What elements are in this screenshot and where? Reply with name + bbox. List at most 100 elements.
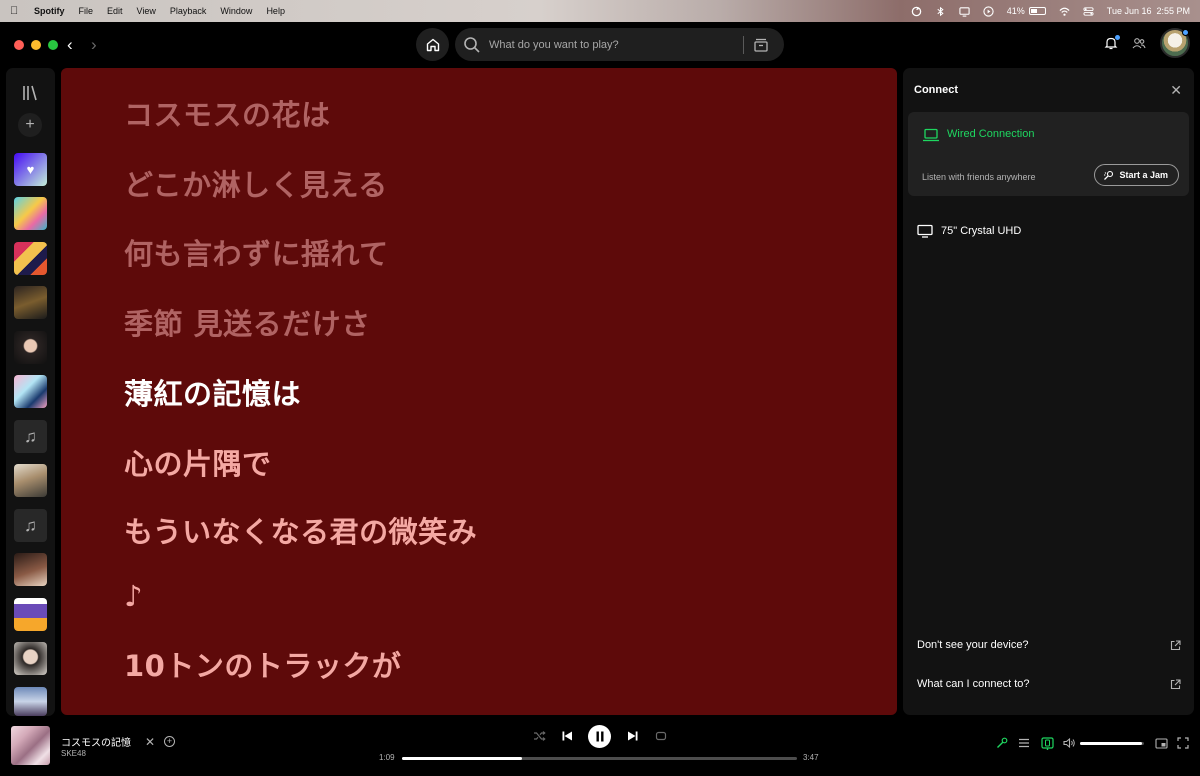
lyric-line[interactable]: 10トンのトラックが: [124, 643, 401, 685]
minimize-window-button[interactable]: [31, 40, 41, 50]
control-center-icon[interactable]: [1083, 6, 1094, 17]
lyric-line[interactable]: 何も言わずに揺れて: [124, 231, 389, 273]
close-window-button[interactable]: [14, 40, 24, 50]
lyric-line[interactable]: ♪: [124, 579, 143, 613]
volume-fill: [1080, 742, 1143, 745]
now-playing-icon[interactable]: [983, 5, 994, 17]
search-icon[interactable]: [463, 36, 481, 54]
home-button[interactable]: [416, 28, 449, 61]
menu-edit[interactable]: Edit: [107, 6, 123, 16]
spotify-window: ‹ › + ♥ ♫ ♫ コスモスの花は どこか: [0, 22, 1200, 776]
heart-icon: ♥: [26, 162, 35, 177]
display-icon[interactable]: [959, 6, 970, 17]
forward-arrow-icon[interactable]: ›: [91, 35, 97, 55]
notifications-button[interactable]: [1104, 35, 1120, 50]
search-bar: [455, 28, 784, 61]
menu-file[interactable]: File: [79, 6, 94, 16]
track-title[interactable]: コスモスの記憶: [61, 734, 131, 749]
current-device-name[interactable]: Wired Connection: [947, 128, 1034, 140]
create-playlist-button[interactable]: +: [18, 113, 42, 137]
sidebar-playlist-2[interactable]: [14, 242, 47, 275]
lyric-line[interactable]: 心の片隅で: [124, 441, 272, 483]
progress-bar[interactable]: [402, 757, 797, 760]
zoom-window-button[interactable]: [48, 40, 58, 50]
sidebar-playlist-6[interactable]: ♫: [14, 420, 47, 453]
search-input[interactable]: [489, 38, 739, 51]
search-divider: [743, 35, 744, 54]
macos-menubar:  Spotify File Edit View Playback Window…: [0, 0, 1200, 22]
device-row-tv[interactable]: 75" Crystal UHD: [917, 224, 1021, 238]
connect-title: Connect: [914, 84, 958, 96]
help-link-device[interactable]: Don't see your device?: [917, 639, 1181, 651]
volume-slider[interactable]: [1080, 742, 1144, 745]
laptop-icon: [923, 128, 939, 142]
menu-help[interactable]: Help: [266, 6, 285, 16]
miniplayer-icon: [1154, 737, 1168, 749]
skip-forward-icon: [628, 731, 638, 741]
sidebar-playlist-3[interactable]: [14, 286, 47, 319]
external-link-icon: [1170, 639, 1181, 650]
shuffle-icon: [533, 731, 546, 741]
start-jam-button[interactable]: Start a Jam: [1094, 164, 1179, 186]
repeat-icon: [655, 731, 667, 741]
menu-view[interactable]: View: [137, 6, 156, 16]
next-button[interactable]: [625, 728, 641, 744]
liked-songs-item[interactable]: ♥: [14, 153, 47, 186]
sidebar-playlist-11[interactable]: [14, 642, 47, 675]
miniplayer-button[interactable]: [1154, 736, 1168, 750]
wifi-icon[interactable]: [1059, 6, 1070, 17]
shuffle-button[interactable]: [531, 728, 547, 744]
add-to-library-icon[interactable]: +: [164, 736, 175, 747]
lyric-line-current[interactable]: 薄紅の記憶は: [124, 371, 301, 413]
sidebar-playlist-8[interactable]: ♫: [14, 509, 47, 542]
sidebar-playlist-10[interactable]: [14, 598, 47, 631]
now-playing-bar: コスモスの記憶 SKE48 ✕ + 1:09 3:47: [0, 720, 1200, 776]
mute-button[interactable]: [1062, 736, 1076, 750]
sidebar-playlist-4[interactable]: [14, 331, 47, 364]
music-note-icon: ♫: [24, 515, 37, 535]
lyric-line[interactable]: 季節 見送るだけさ: [124, 301, 371, 343]
elapsed-time: 1:09: [379, 753, 395, 762]
browse-icon[interactable]: [753, 37, 769, 53]
repeat-button[interactable]: [653, 728, 669, 744]
bluetooth-icon[interactable]: [935, 6, 946, 17]
close-icon[interactable]: ✕: [145, 735, 155, 749]
menu-playback[interactable]: Playback: [170, 6, 207, 16]
sync-icon[interactable]: [911, 6, 922, 17]
lyrics-button[interactable]: [995, 736, 1009, 750]
help-link-connect[interactable]: What can I connect to?: [917, 678, 1181, 690]
menu-window[interactable]: Window: [220, 6, 252, 16]
fullscreen-button[interactable]: [1176, 736, 1190, 750]
friend-activity-icon[interactable]: [1132, 36, 1146, 50]
start-jam-label: Start a Jam: [1119, 170, 1168, 180]
sidebar-playlist-5[interactable]: [14, 375, 47, 408]
skip-back-icon: [562, 731, 572, 741]
pause-button[interactable]: [588, 725, 611, 748]
previous-button[interactable]: [559, 728, 575, 744]
sidebar-playlist-9[interactable]: [14, 553, 47, 586]
battery-icon: [1028, 7, 1046, 15]
sidebar-playlist-7[interactable]: [14, 464, 47, 497]
apple-icon[interactable]: : [10, 5, 28, 17]
lyric-line[interactable]: もういなくなる君の微笑み: [124, 509, 477, 551]
battery-status[interactable]: 41%: [1007, 6, 1046, 16]
album-art[interactable]: [11, 726, 50, 765]
sidebar-playlist-1[interactable]: [14, 197, 47, 230]
user-avatar[interactable]: [1160, 28, 1190, 58]
queue-button[interactable]: [1017, 736, 1031, 750]
queue-icon: [1019, 738, 1029, 748]
close-icon[interactable]: ✕: [1170, 82, 1182, 99]
lyric-line[interactable]: どこか淋しく見える: [124, 162, 388, 204]
connect-device-button[interactable]: [1040, 736, 1054, 750]
connect-panel: Connect ✕ Wired Connection Listen with f…: [903, 68, 1194, 715]
music-note-icon: ♫: [24, 426, 37, 446]
library-icon[interactable]: [21, 84, 39, 102]
sidebar-playlist-12[interactable]: [14, 687, 47, 716]
lyric-line[interactable]: コスモスの花は: [124, 92, 331, 134]
back-arrow-icon[interactable]: ‹: [67, 35, 73, 55]
menu-app-name[interactable]: Spotify: [34, 6, 65, 16]
track-artist[interactable]: SKE48: [61, 749, 86, 758]
speaker-device-icon: [1040, 736, 1054, 750]
menubar-datetime[interactable]: Tue Jun 16 2:55 PM: [1107, 6, 1190, 16]
total-time: 3:47: [803, 753, 819, 762]
